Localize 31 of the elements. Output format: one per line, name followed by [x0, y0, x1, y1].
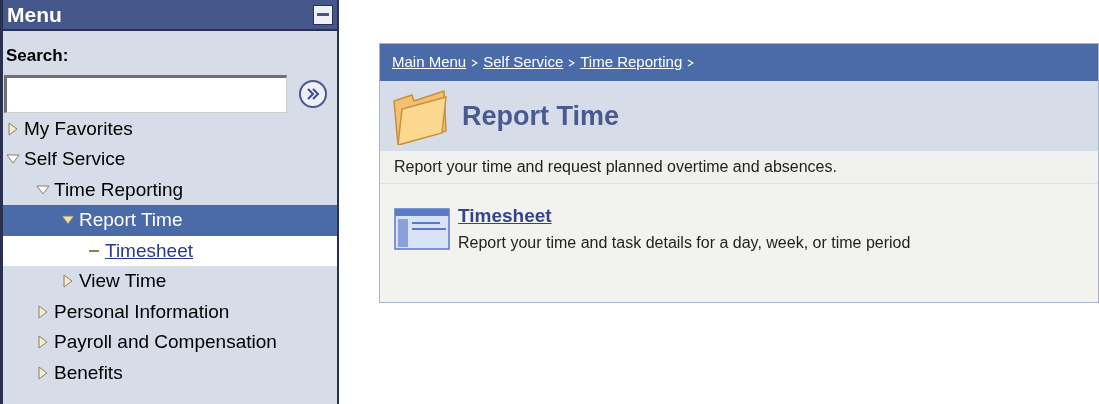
window-icon — [394, 208, 450, 250]
menu-item[interactable]: Time Reporting — [54, 175, 184, 204]
chevron-icon — [471, 58, 479, 67]
caret-right-icon[interactable] — [36, 365, 50, 380]
caret-right-icon[interactable] — [6, 121, 20, 136]
page-title: Report Time — [462, 99, 620, 133]
caret-right-icon[interactable] — [36, 304, 50, 319]
menu-item[interactable]: Personal Information — [54, 297, 230, 326]
menu-title: Menu — [7, 1, 62, 28]
menu-item[interactable]: Self Service — [24, 145, 126, 174]
go-button[interactable] — [299, 79, 327, 108]
caret-down-icon[interactable] — [36, 182, 50, 197]
menu-item[interactable]: Benefits — [54, 358, 123, 387]
breadcrumb-link[interactable]: Self Service — [483, 51, 564, 74]
caret-right-icon[interactable] — [61, 274, 75, 289]
breadcrumb-link[interactable]: Main Menu — [392, 51, 467, 74]
chevron-icon — [687, 58, 695, 67]
menu-item[interactable]: View Time — [79, 267, 167, 296]
collapse-button[interactable] — [313, 4, 333, 25]
double-chevron-icon — [306, 87, 320, 100]
chevron-icon — [568, 58, 576, 67]
dash-icon — [89, 249, 99, 252]
breadcrumb-link[interactable]: Time Reporting — [580, 51, 683, 74]
link-description: Report your time and task details for a day, week, or time period — [458, 232, 911, 253]
timesheet-link[interactable]: Timesheet — [458, 202, 911, 231]
caret-right-icon[interactable] — [36, 335, 50, 350]
menu-item[interactable]: My Favorites — [24, 114, 133, 143]
search-label: Search: — [6, 45, 70, 67]
folder-icon — [392, 87, 448, 145]
menu-item[interactable]: Payroll and Compensation — [54, 328, 277, 357]
search-field[interactable] — [4, 74, 287, 113]
